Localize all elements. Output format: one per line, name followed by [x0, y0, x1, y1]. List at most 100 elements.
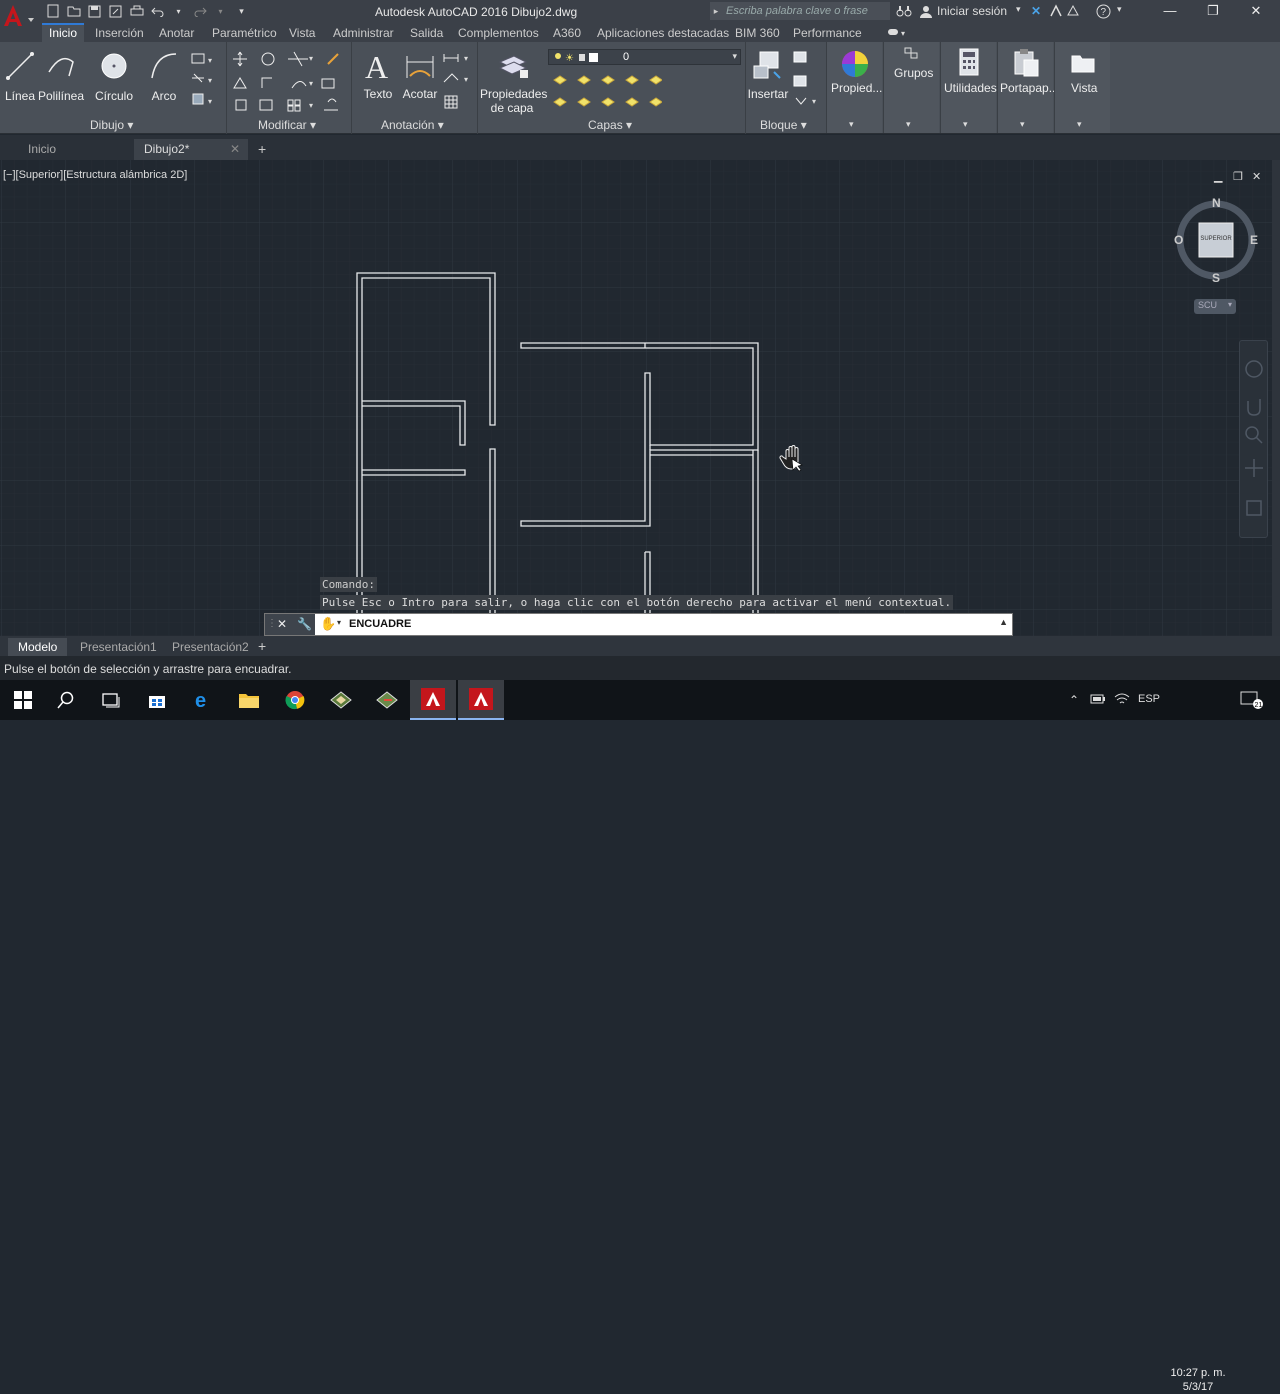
pan-icon[interactable]: [1240, 391, 1267, 419]
app-map-icon[interactable]: [364, 680, 410, 720]
viewcube[interactable]: N S E O SUPERIOR: [1172, 196, 1262, 286]
file-tab-dibujo2[interactable]: Dibujo2* ✕: [134, 139, 248, 160]
search-input[interactable]: Escriba palabra clave o frase: [722, 2, 890, 20]
viewcube-west[interactable]: O: [1174, 233, 1183, 247]
vista-expand-icon[interactable]: ▾: [1077, 119, 1082, 130]
utilidades-expand-icon[interactable]: ▾: [963, 119, 968, 130]
tab-salida[interactable]: Salida: [403, 25, 450, 41]
zoom-icon[interactable]: [1240, 421, 1267, 449]
wifi-icon[interactable]: [1114, 693, 1130, 708]
close-button[interactable]: ✕: [1241, 3, 1271, 19]
task-view-icon[interactable]: [88, 680, 134, 720]
modify-tools[interactable]: ▾ ▾ ▾: [232, 48, 347, 112]
steering-wheel-icon[interactable]: [1240, 351, 1267, 385]
redo-icon[interactable]: [191, 3, 208, 19]
grupos-panel[interactable]: Grupos ▾: [883, 42, 939, 133]
action-center-icon[interactable]: 21: [1240, 690, 1264, 713]
propiedades-panel[interactable]: Propied... ▾: [826, 42, 882, 133]
edge-icon[interactable]: e: [180, 680, 226, 720]
language-indicator[interactable]: ESP: [1138, 693, 1160, 705]
binoculars-icon[interactable]: [896, 4, 912, 21]
tab-bim-360[interactable]: BIM 360: [728, 25, 787, 41]
user-icon[interactable]: [919, 4, 933, 21]
save-as-icon[interactable]: [107, 3, 124, 19]
portapapeles-expand-icon[interactable]: ▾: [1020, 119, 1025, 130]
capas-panel-title[interactable]: Capas ▾: [588, 118, 632, 132]
propiedades-expand-icon[interactable]: ▾: [849, 119, 854, 130]
new-file-icon[interactable]: [44, 3, 61, 19]
a360-icon[interactable]: [1049, 4, 1063, 21]
help-dropdown-icon[interactable]: ▾: [1117, 4, 1122, 15]
grupos-expand-icon[interactable]: ▾: [906, 119, 911, 130]
tab-inicio[interactable]: Inicio: [42, 23, 85, 42]
print-icon[interactable]: [128, 3, 145, 19]
file-explorer-icon[interactable]: [226, 680, 272, 720]
minimize-button[interactable]: —: [1155, 3, 1185, 18]
command-input[interactable]: ENCUADRE: [349, 618, 411, 630]
viewcube-south[interactable]: S: [1212, 271, 1220, 285]
tab-insercion[interactable]: Inserción: [88, 25, 151, 41]
linea-button[interactable]: Línea: [4, 50, 36, 103]
battery-icon[interactable]: [1090, 693, 1106, 708]
chrome-icon[interactable]: [272, 680, 318, 720]
command-line[interactable]: ⋮ ✕ 🔧 ✋ ▾ ENCUADRE ▲: [264, 613, 1013, 636]
redo-dropdown-icon[interactable]: ▾: [212, 3, 229, 19]
maximize-button[interactable]: ❐: [1198, 3, 1228, 19]
tab-a360[interactable]: A360: [546, 25, 588, 41]
autocad-taskbar-icon-2[interactable]: [458, 680, 504, 720]
close-command-icon[interactable]: ✕: [277, 617, 287, 631]
circulo-button[interactable]: Círculo: [92, 50, 136, 103]
polilinea-button[interactable]: Polilínea: [38, 50, 84, 103]
pan-command-icon[interactable]: ✋: [320, 616, 336, 632]
arco-button[interactable]: Arco: [144, 50, 184, 103]
new-layout-button[interactable]: +: [252, 638, 272, 654]
layer-tools[interactable]: [552, 72, 663, 114]
grip-icon[interactable]: ⋮: [267, 618, 277, 629]
taskbar-clock[interactable]: 10:27 p. m. 5/3/17: [1165, 1366, 1231, 1394]
bloque-panel-title[interactable]: Bloque ▾: [760, 118, 807, 132]
undo-icon[interactable]: [149, 3, 166, 19]
vista-panel[interactable]: Vista ▾: [1054, 42, 1110, 133]
vertical-scrollbar[interactable]: [1272, 160, 1280, 636]
portapapeles-panel[interactable]: Portapap... ▾: [997, 42, 1059, 133]
ucs-menu[interactable]: SCU ▾: [1194, 299, 1236, 314]
signin-dropdown-icon[interactable]: ▾: [1016, 4, 1021, 15]
search-taskbar-icon[interactable]: [43, 680, 89, 720]
application-menu-button[interactable]: [0, 0, 38, 42]
viewcube-face-superior[interactable]: SUPERIOR: [1200, 236, 1232, 242]
file-tab-inicio[interactable]: Inicio: [18, 139, 132, 160]
show-hidden-icons[interactable]: ⌃: [1069, 693, 1079, 707]
propiedades-de-capa-button[interactable]: Propiedades de capa: [480, 48, 547, 115]
tab-administrar[interactable]: Administrar: [326, 25, 401, 41]
autocad-taskbar-icon-1[interactable]: [410, 680, 456, 720]
tab-parametrico[interactable]: Paramétrico: [205, 25, 284, 41]
customize-wrench-icon[interactable]: 🔧: [297, 617, 312, 631]
block-small-tools[interactable]: ▾: [792, 48, 822, 112]
tab-vista[interactable]: Vista: [282, 25, 322, 41]
tab-performance[interactable]: Performance: [786, 25, 869, 41]
store-icon[interactable]: [134, 680, 180, 720]
tab-presentacion2[interactable]: Presentación2: [162, 638, 259, 656]
tab-presentacion1[interactable]: Presentación1: [70, 638, 167, 656]
layer-dropdown[interactable]: ☀ 0 ▾: [548, 49, 741, 65]
signin-label[interactable]: Iniciar sesión: [937, 4, 1007, 18]
close-tab-icon[interactable]: ✕: [230, 142, 240, 156]
viewport-restore-icon[interactable]: ❐: [1233, 170, 1243, 183]
new-tab-button[interactable]: +: [252, 139, 280, 160]
save-icon[interactable]: [86, 3, 103, 19]
annotation-small-tools[interactable]: ▾ ▾: [442, 48, 476, 112]
viewport-minimize-icon[interactable]: ▁: [1214, 170, 1222, 183]
tab-anotar[interactable]: Anotar: [152, 25, 201, 41]
ribbon-display-toggle[interactable]: ▾: [880, 25, 916, 42]
app-diamond-icon[interactable]: [318, 680, 364, 720]
exchange-icon[interactable]: ✕: [1031, 4, 1041, 18]
stay-connected-icon[interactable]: [1066, 4, 1080, 21]
tab-aplicaciones-destacadas[interactable]: Aplicaciones destacadas: [590, 25, 736, 41]
customize-qat-icon[interactable]: ▾: [233, 3, 250, 19]
command-line-handle[interactable]: ⋮ ✕ 🔧: [265, 614, 315, 635]
modificar-panel-title[interactable]: Modificar ▾: [258, 118, 316, 132]
search-expand-icon[interactable]: ▸: [710, 2, 722, 20]
orbit-icon[interactable]: [1240, 451, 1267, 481]
help-icon[interactable]: ?: [1096, 4, 1111, 22]
insertar-button[interactable]: Insertar: [746, 48, 790, 101]
